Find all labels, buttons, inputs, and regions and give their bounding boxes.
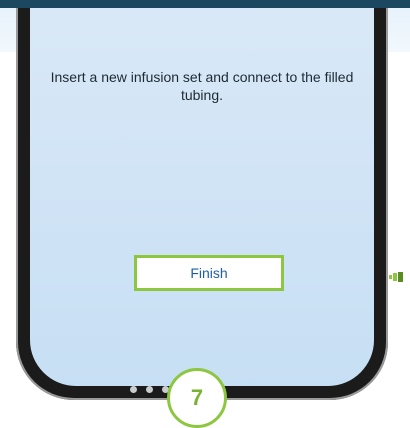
instruction-text: Insert a new infusion set and connect to… [50, 69, 354, 103]
step-badge: 7 [167, 368, 227, 428]
battery-icon [389, 272, 403, 282]
phone-frame: Insert a new infusion set and connect to… [16, 0, 388, 400]
finish-button[interactable]: Finish [134, 255, 284, 291]
page-dot [130, 386, 137, 393]
phone-screen: Insert a new infusion set and connect to… [30, 0, 374, 386]
page-dot [146, 386, 153, 393]
top-bar [0, 0, 410, 8]
